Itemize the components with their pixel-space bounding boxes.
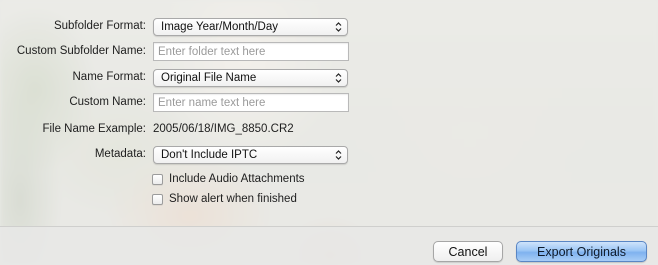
subfolder-format-label: Subfolder Format: bbox=[53, 20, 146, 32]
metadata-value: Don't Include IPTC bbox=[161, 149, 258, 161]
cancel-button[interactable]: Cancel bbox=[433, 241, 503, 262]
metadata-label: Metadata: bbox=[94, 148, 146, 160]
include-audio-attachments-label: Include Audio Attachments bbox=[169, 173, 305, 185]
show-alert-when-finished-checkbox[interactable]: Show alert when finished bbox=[152, 191, 297, 207]
custom-subfolder-name-label: Custom Subfolder Name: bbox=[16, 45, 146, 57]
custom-subfolder-name-field[interactable] bbox=[153, 42, 349, 61]
metadata-popup[interactable]: Don't Include IPTC bbox=[153, 146, 348, 164]
file-name-example-label: File Name Example: bbox=[42, 123, 146, 135]
export-originals-dialog: Subfolder Format: Image Year/Month/Day C… bbox=[0, 0, 658, 265]
checkbox-box[interactable] bbox=[152, 173, 163, 185]
up-down-chevron-icon bbox=[335, 150, 342, 160]
include-audio-attachments-checkbox[interactable]: Include Audio Attachments bbox=[152, 171, 305, 187]
export-originals-button[interactable]: Export Originals bbox=[516, 241, 647, 262]
file-name-example-value: 2005/06/18/IMG_8850.CR2 bbox=[153, 123, 294, 135]
custom-name-label: Custom Name: bbox=[69, 96, 146, 108]
name-format-label: Name Format: bbox=[72, 71, 147, 83]
checkbox-box[interactable] bbox=[152, 193, 163, 205]
show-alert-when-finished-label: Show alert when finished bbox=[169, 193, 297, 205]
name-format-popup[interactable]: Original File Name bbox=[153, 69, 348, 87]
subfolder-format-value: Image Year/Month/Day bbox=[161, 21, 278, 33]
subfolder-format-popup[interactable]: Image Year/Month/Day bbox=[153, 18, 348, 36]
up-down-chevron-icon bbox=[335, 22, 342, 32]
custom-name-field[interactable] bbox=[153, 93, 349, 112]
up-down-chevron-icon bbox=[335, 73, 342, 83]
name-format-value: Original File Name bbox=[161, 72, 257, 84]
